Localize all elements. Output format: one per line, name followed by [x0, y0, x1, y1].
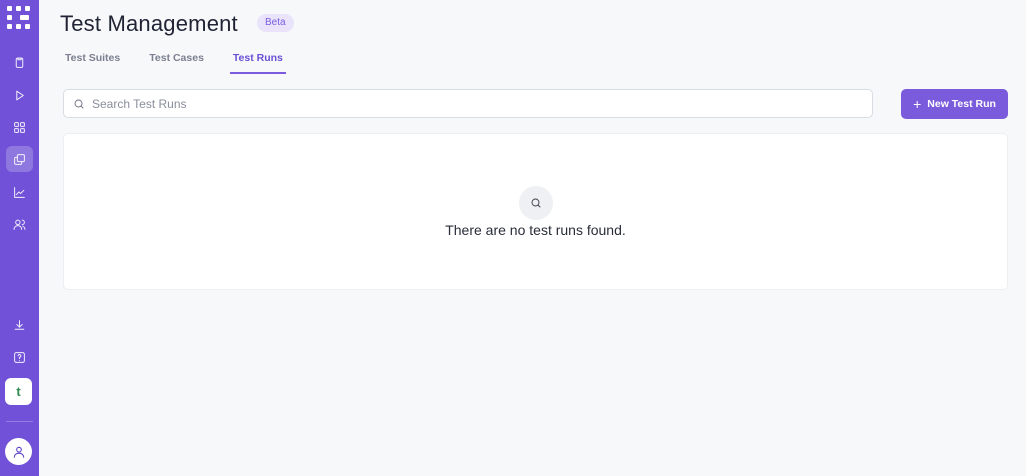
- avatar[interactable]: [5, 438, 32, 465]
- sidebar-item-grid[interactable]: [6, 114, 33, 140]
- sidebar-divider: [6, 421, 33, 422]
- page-title: Test Management: [60, 11, 238, 36]
- sidebar-item-analytics[interactable]: [6, 179, 33, 205]
- sidebar-item-clipboard[interactable]: [6, 49, 33, 75]
- logo-icon[interactable]: [7, 6, 31, 30]
- sidebar-item-test-management[interactable]: [6, 146, 33, 172]
- tab-test-suites[interactable]: Test Suites: [62, 52, 123, 74]
- empty-state-message: There are no test runs found.: [445, 222, 626, 238]
- chart-icon: [14, 186, 25, 198]
- play-icon: [16, 90, 24, 100]
- sidebar-item-download[interactable]: [6, 312, 33, 338]
- search-icon: [74, 99, 84, 108]
- search-icon: [531, 198, 541, 208]
- workspace-letter: t: [16, 384, 21, 399]
- workspace-switcher[interactable]: t: [5, 378, 32, 405]
- sidebar-item-users[interactable]: [6, 211, 33, 237]
- empty-state-icon: [519, 186, 553, 220]
- grid-icon: [14, 121, 25, 133]
- users-icon: [13, 219, 26, 230]
- help-icon: [14, 351, 25, 363]
- clipboard-icon: [15, 57, 24, 68]
- sidebar-item-play[interactable]: [6, 82, 33, 108]
- sidebar: t: [0, 0, 39, 476]
- tab-test-cases[interactable]: Test Cases: [146, 52, 207, 74]
- tab-bar: Test Suites Test Cases Test Runs: [62, 52, 309, 74]
- beta-badge: Beta: [257, 14, 294, 32]
- copy-icon: [14, 153, 25, 165]
- sidebar-item-help[interactable]: [6, 344, 33, 370]
- search-bar: [63, 89, 873, 118]
- user-icon: [13, 446, 24, 458]
- new-test-run-button[interactable]: + New Test Run: [901, 89, 1008, 119]
- new-test-run-label: New Test Run: [927, 98, 996, 110]
- tab-test-runs[interactable]: Test Runs: [229, 52, 286, 74]
- test-runs-panel: There are no test runs found.: [63, 133, 1008, 290]
- search-input[interactable]: [92, 96, 852, 111]
- download-icon: [14, 319, 25, 330]
- plus-icon: +: [913, 96, 922, 112]
